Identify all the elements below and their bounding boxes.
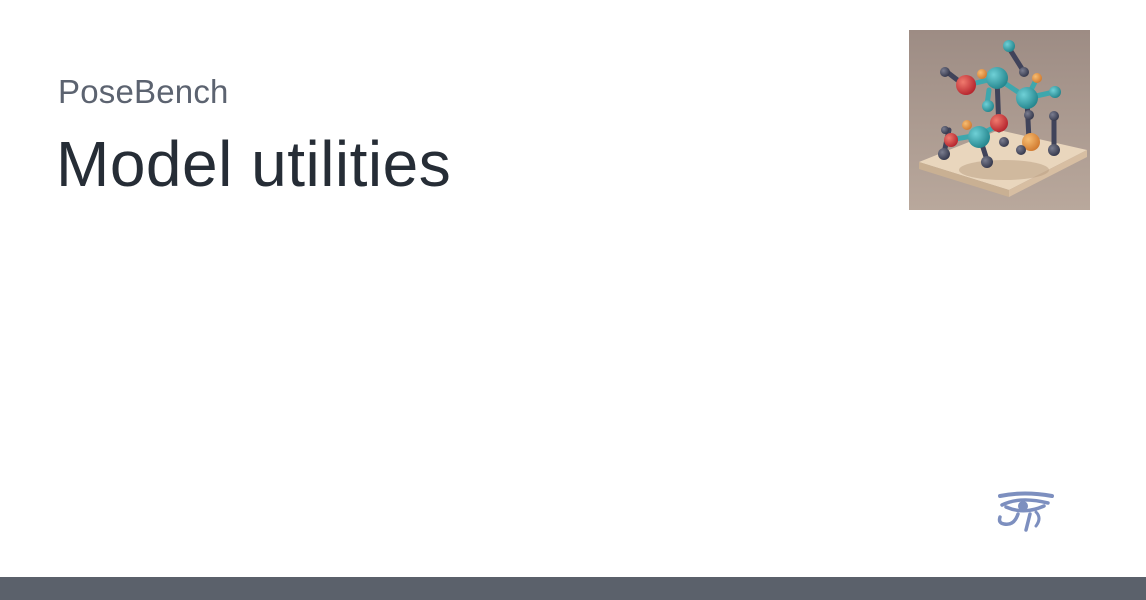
molecule-logo-icon xyxy=(909,30,1090,210)
page-title: Model utilities xyxy=(56,128,452,200)
social-card: PoseBench Model utilities xyxy=(0,0,1146,600)
eye-of-horus-icon xyxy=(996,490,1054,532)
site-name: PoseBench xyxy=(58,73,229,110)
footer-bar xyxy=(0,577,1146,600)
